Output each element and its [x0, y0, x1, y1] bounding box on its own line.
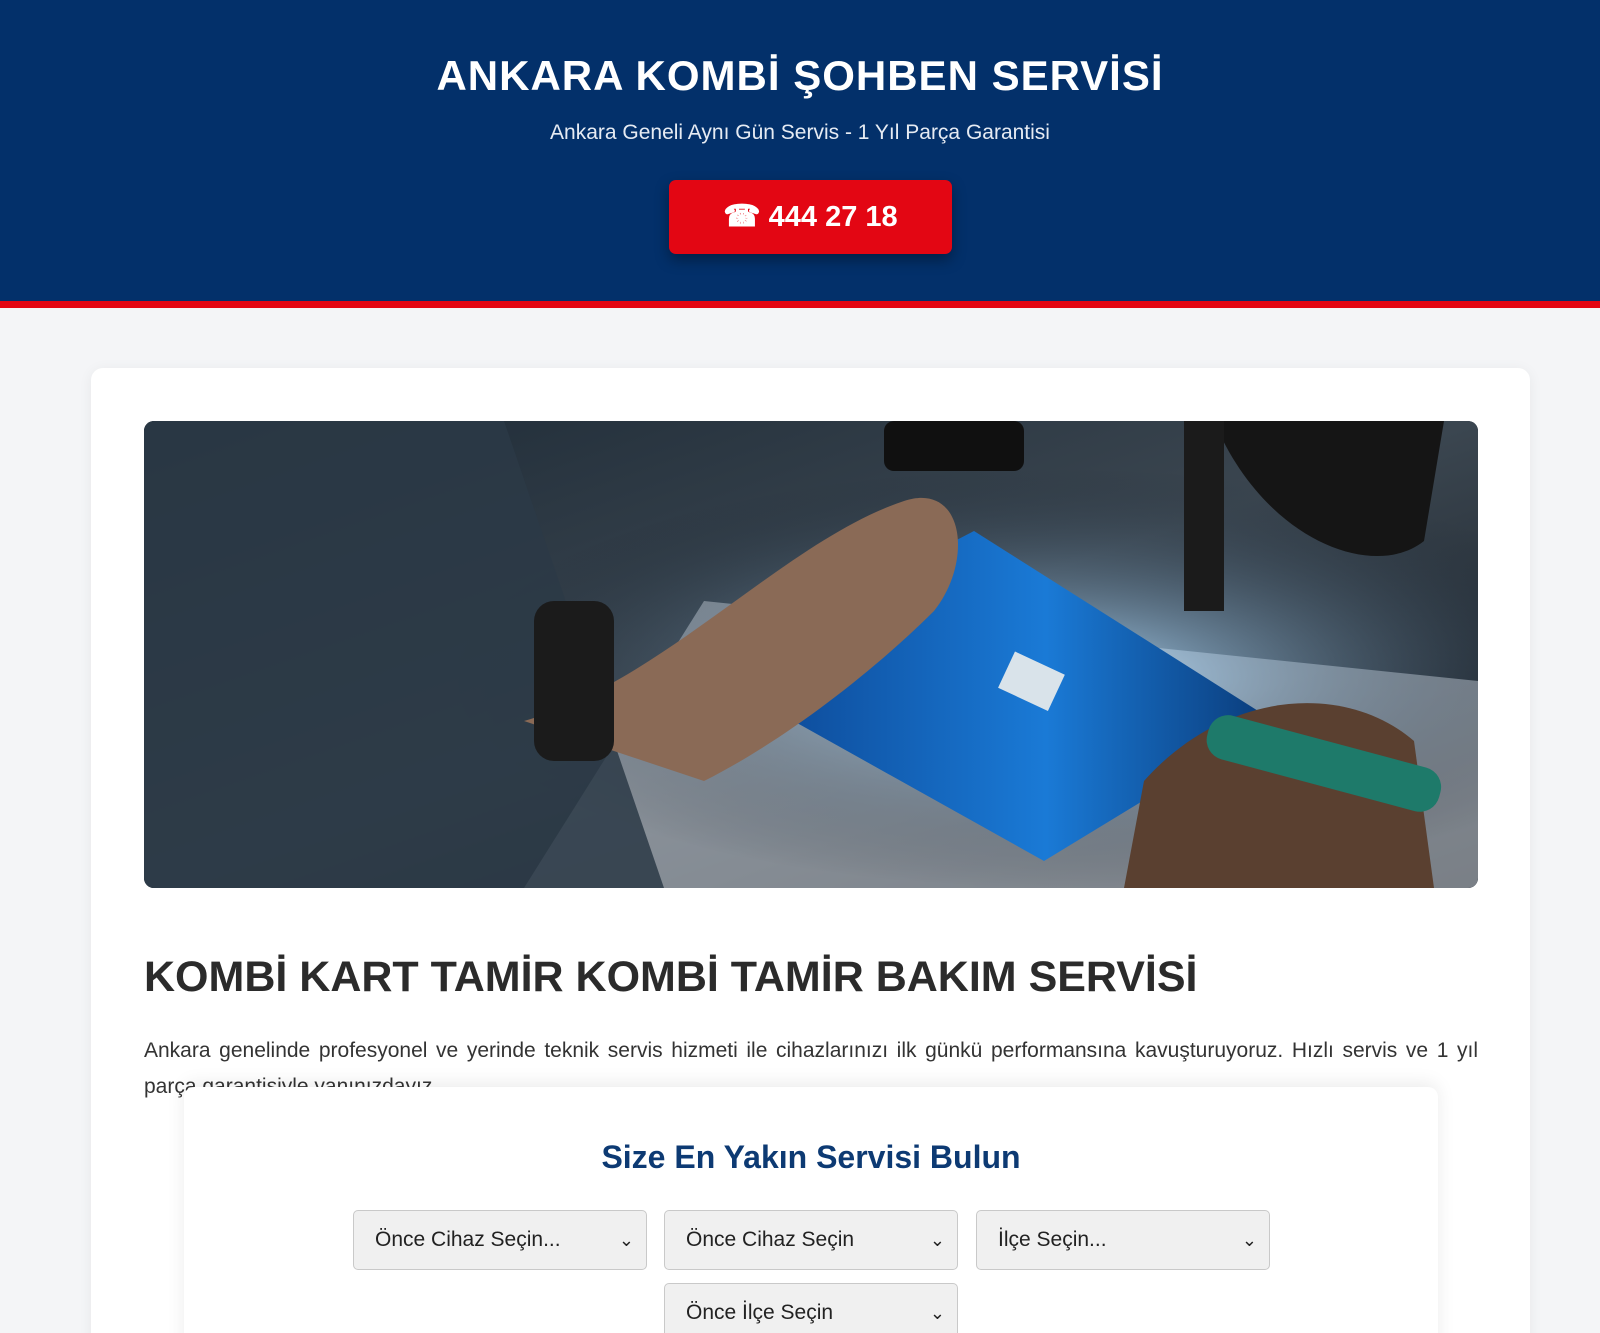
phone-icon: ☎: [723, 200, 761, 233]
call-button-label: 444 27 18: [768, 200, 898, 233]
device-select[interactable]: Önce Cihaz Seçin... ⌄: [353, 1210, 647, 1270]
site-subtitle: Ankara Geneli Aynı Gün Servis - 1 Yıl Pa…: [550, 121, 1050, 144]
chevron-down-icon: ⌄: [1241, 1229, 1257, 1250]
page-heading: KOMBİ KART TAMİR KOMBİ TAMİR BAKIM SERVİ…: [144, 953, 1198, 1001]
chevron-down-icon: ⌄: [929, 1229, 945, 1250]
finder-title: Size En Yakın Servisi Bulun: [601, 1139, 1021, 1175]
service-finder-panel: Size En Yakın Servisi Bulun Önce Cihaz S…: [184, 1087, 1438, 1333]
device-select-value: Önce Cihaz Seçin...: [375, 1228, 561, 1251]
brand-select-value: Önce Cihaz Seçin: [686, 1228, 855, 1251]
district-select[interactable]: İlçe Seçin... ⌄: [976, 1210, 1270, 1270]
call-button[interactable]: ☎ 444 27 18: [669, 180, 952, 254]
district-select-value: İlçe Seçin...: [998, 1228, 1107, 1251]
chevron-down-icon: ⌄: [929, 1302, 945, 1323]
brand-select[interactable]: Önce Cihaz Seçin ⌄: [664, 1210, 958, 1270]
site-header: ANKARA KOMBİ ŞOHBEN SERVİSİ Ankara Genel…: [0, 0, 1600, 308]
hero-image: [144, 421, 1478, 888]
neighborhood-select[interactable]: Önce İlçe Seçin ⌄: [664, 1283, 958, 1333]
neighborhood-select-value: Önce İlçe Seçin: [686, 1301, 834, 1324]
chevron-down-icon: ⌄: [618, 1229, 634, 1250]
site-title: ANKARA KOMBİ ŞOHBEN SERVİSİ: [436, 52, 1164, 99]
circuit-board-photo: [144, 421, 1478, 888]
